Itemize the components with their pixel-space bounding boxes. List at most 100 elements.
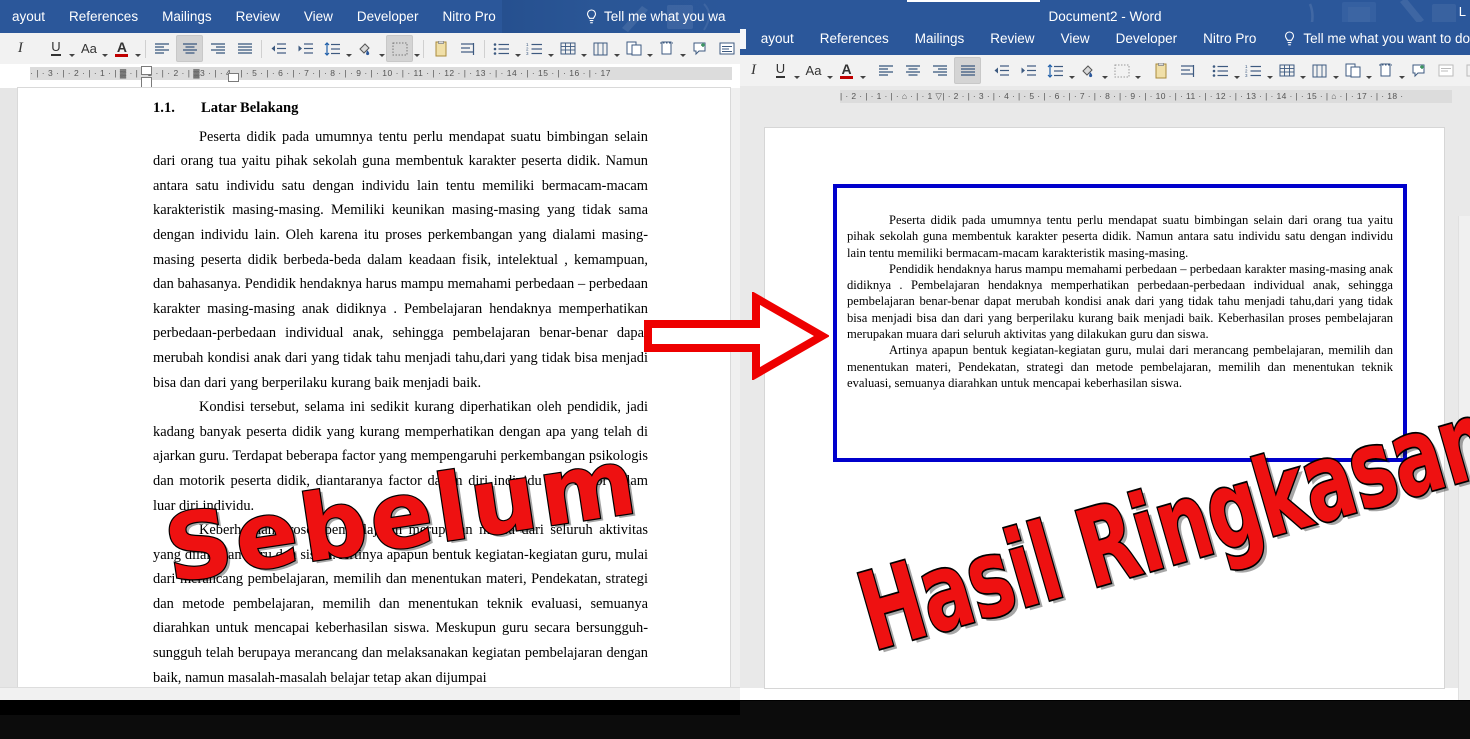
left-horizontal-ruler[interactable]: · | · 3 · | · 2 · | · 1 · | ▓ · | · 1 · …	[0, 64, 740, 88]
columns-icon[interactable]	[1307, 58, 1332, 83]
tab-references[interactable]: References	[807, 22, 902, 55]
toolbar-divider	[144, 39, 146, 58]
line-spacing-dropdown-icon[interactable]	[346, 32, 353, 65]
left-scrollbar[interactable]	[731, 88, 740, 687]
shading-dropdown-icon[interactable]	[379, 32, 386, 65]
comment-icon[interactable]	[687, 36, 712, 61]
numbering-icon[interactable]: 1 2 3	[522, 36, 547, 61]
left-formatting-toolbar[interactable]: I U Aa A 1 2 3	[0, 33, 740, 65]
paragraph-marks-icon[interactable]	[1175, 58, 1200, 83]
comment-icon[interactable]	[1406, 58, 1431, 83]
right-tell-me-box[interactable]: Tell me what you want to do	[1269, 30, 1470, 47]
numbering-icon[interactable]: 1 2 3	[1241, 58, 1266, 83]
tab-nitro-pro[interactable]: Nitro Pro	[1190, 22, 1269, 55]
shading-icon[interactable]	[353, 36, 378, 61]
first-line-indent-marker[interactable]	[141, 66, 152, 75]
page-break-icon[interactable]	[1340, 58, 1365, 83]
increase-indent-icon[interactable]	[293, 36, 318, 61]
table-dropdown-icon[interactable]	[581, 32, 588, 65]
columns-dropdown-icon[interactable]	[1333, 54, 1339, 87]
font-color-icon[interactable]: A	[109, 36, 134, 61]
tab-layout-partial[interactable]: ayout	[748, 22, 807, 55]
tab-mailings[interactable]: Mailings	[902, 22, 978, 55]
borders-icon[interactable]	[1109, 58, 1134, 83]
text-box-icon[interactable]	[1433, 58, 1458, 83]
tab-review[interactable]: Review	[224, 0, 292, 33]
table-icon[interactable]	[1274, 58, 1299, 83]
insert-object-dropdown-icon[interactable]	[1399, 54, 1405, 87]
decrease-indent-icon[interactable]	[266, 36, 291, 61]
right-ribbon-tab-bar[interactable]: ayout References Mailings Review View De…	[740, 22, 1470, 55]
insert-object-dropdown-icon[interactable]	[680, 32, 687, 65]
italic-icon[interactable]: I	[741, 58, 766, 83]
bullets-icon[interactable]	[489, 36, 514, 61]
right-horizontal-ruler[interactable]: | · 2 · | · 1 · | · ⌂ · | · 1 ▽| · 2 · |…	[740, 86, 1470, 108]
align-right-icon[interactable]	[927, 58, 952, 83]
align-left-icon[interactable]	[873, 58, 898, 83]
align-center-icon[interactable]	[176, 35, 204, 62]
borders-icon[interactable]	[386, 35, 414, 62]
tab-view[interactable]: View	[292, 0, 345, 33]
line-spacing-dropdown-icon[interactable]	[1069, 54, 1075, 87]
page-break-glyph	[626, 41, 642, 56]
underline-dropdown-icon[interactable]	[69, 32, 76, 65]
right-arrow-icon	[644, 291, 831, 381]
table-icon[interactable]	[555, 36, 580, 61]
paragraph-marks-icon[interactable]	[455, 36, 480, 61]
shading-dropdown-icon[interactable]	[1102, 54, 1108, 87]
decrease-indent-icon[interactable]	[989, 58, 1014, 83]
page-break-icon[interactable]	[621, 36, 646, 61]
justify-icon[interactable]	[232, 36, 257, 61]
borders-dropdown-icon[interactable]	[414, 32, 421, 65]
insert-object-icon[interactable]	[1373, 58, 1398, 83]
numbering-dropdown-icon[interactable]	[1267, 54, 1273, 87]
left-tell-me-box[interactable]: Tell me what you wa	[585, 0, 726, 33]
underline-icon[interactable]: U	[43, 36, 68, 61]
text-effects-dropdown-icon[interactable]	[102, 32, 109, 65]
underline-icon[interactable]: U	[768, 58, 793, 83]
tab-layout-partial[interactable]: ayout	[0, 0, 57, 33]
bullets-dropdown-icon[interactable]	[1234, 54, 1240, 87]
tab-developer[interactable]: Developer	[345, 0, 431, 33]
align-left-icon[interactable]	[149, 36, 174, 61]
italic-icon[interactable]: I	[8, 36, 33, 61]
increase-indent-icon[interactable]	[1016, 58, 1041, 83]
borders-dropdown-icon[interactable]	[1135, 54, 1141, 87]
page-break-dropdown-icon[interactable]	[1366, 54, 1372, 87]
underline-dropdown-icon[interactable]	[794, 54, 800, 87]
tab-nitro-pro[interactable]: Nitro Pro	[430, 0, 507, 33]
left-indent-marker[interactable]	[141, 77, 152, 88]
align-center-icon[interactable]	[900, 58, 925, 83]
tab-mailings[interactable]: Mailings	[150, 0, 224, 33]
line-spacing-icon[interactable]	[320, 36, 345, 61]
font-color-dropdown-icon[interactable]	[135, 32, 142, 65]
font-color-dropdown-icon[interactable]	[860, 54, 866, 87]
justify-icon[interactable]	[954, 57, 981, 84]
tab-developer[interactable]: Developer	[1103, 22, 1191, 55]
tab-view[interactable]: View	[1048, 22, 1103, 55]
font-color-icon[interactable]: A	[834, 58, 859, 83]
text-effects-icon[interactable]: Aa	[76, 36, 101, 61]
tab-review[interactable]: Review	[977, 22, 1047, 55]
bullets-dropdown-icon[interactable]	[514, 32, 521, 65]
columns-dropdown-icon[interactable]	[614, 32, 621, 65]
text-effects-icon[interactable]: Aa	[801, 58, 826, 83]
text-box-icon[interactable]	[714, 36, 739, 61]
shading-icon[interactable]	[1076, 58, 1101, 83]
line-spacing-icon[interactable]	[1043, 58, 1068, 83]
table-dropdown-icon[interactable]	[1300, 54, 1306, 87]
columns-icon[interactable]	[588, 36, 613, 61]
align-right-icon[interactable]	[205, 36, 230, 61]
paste-icon[interactable]	[1148, 58, 1173, 83]
more-commands-icon[interactable]	[1460, 58, 1470, 83]
tab-references[interactable]: References	[57, 0, 150, 33]
decrease-indent-glyph	[271, 43, 287, 54]
bullets-icon[interactable]	[1208, 58, 1233, 83]
right-indent-marker[interactable]	[228, 73, 239, 82]
paste-icon[interactable]	[428, 36, 453, 61]
right-formatting-toolbar[interactable]: I U Aa A 1 2 3	[740, 55, 1470, 87]
text-effects-dropdown-icon[interactable]	[827, 54, 833, 87]
numbering-dropdown-icon[interactable]	[548, 32, 554, 65]
page-break-dropdown-icon[interactable]	[647, 32, 654, 65]
insert-object-icon[interactable]	[654, 36, 679, 61]
